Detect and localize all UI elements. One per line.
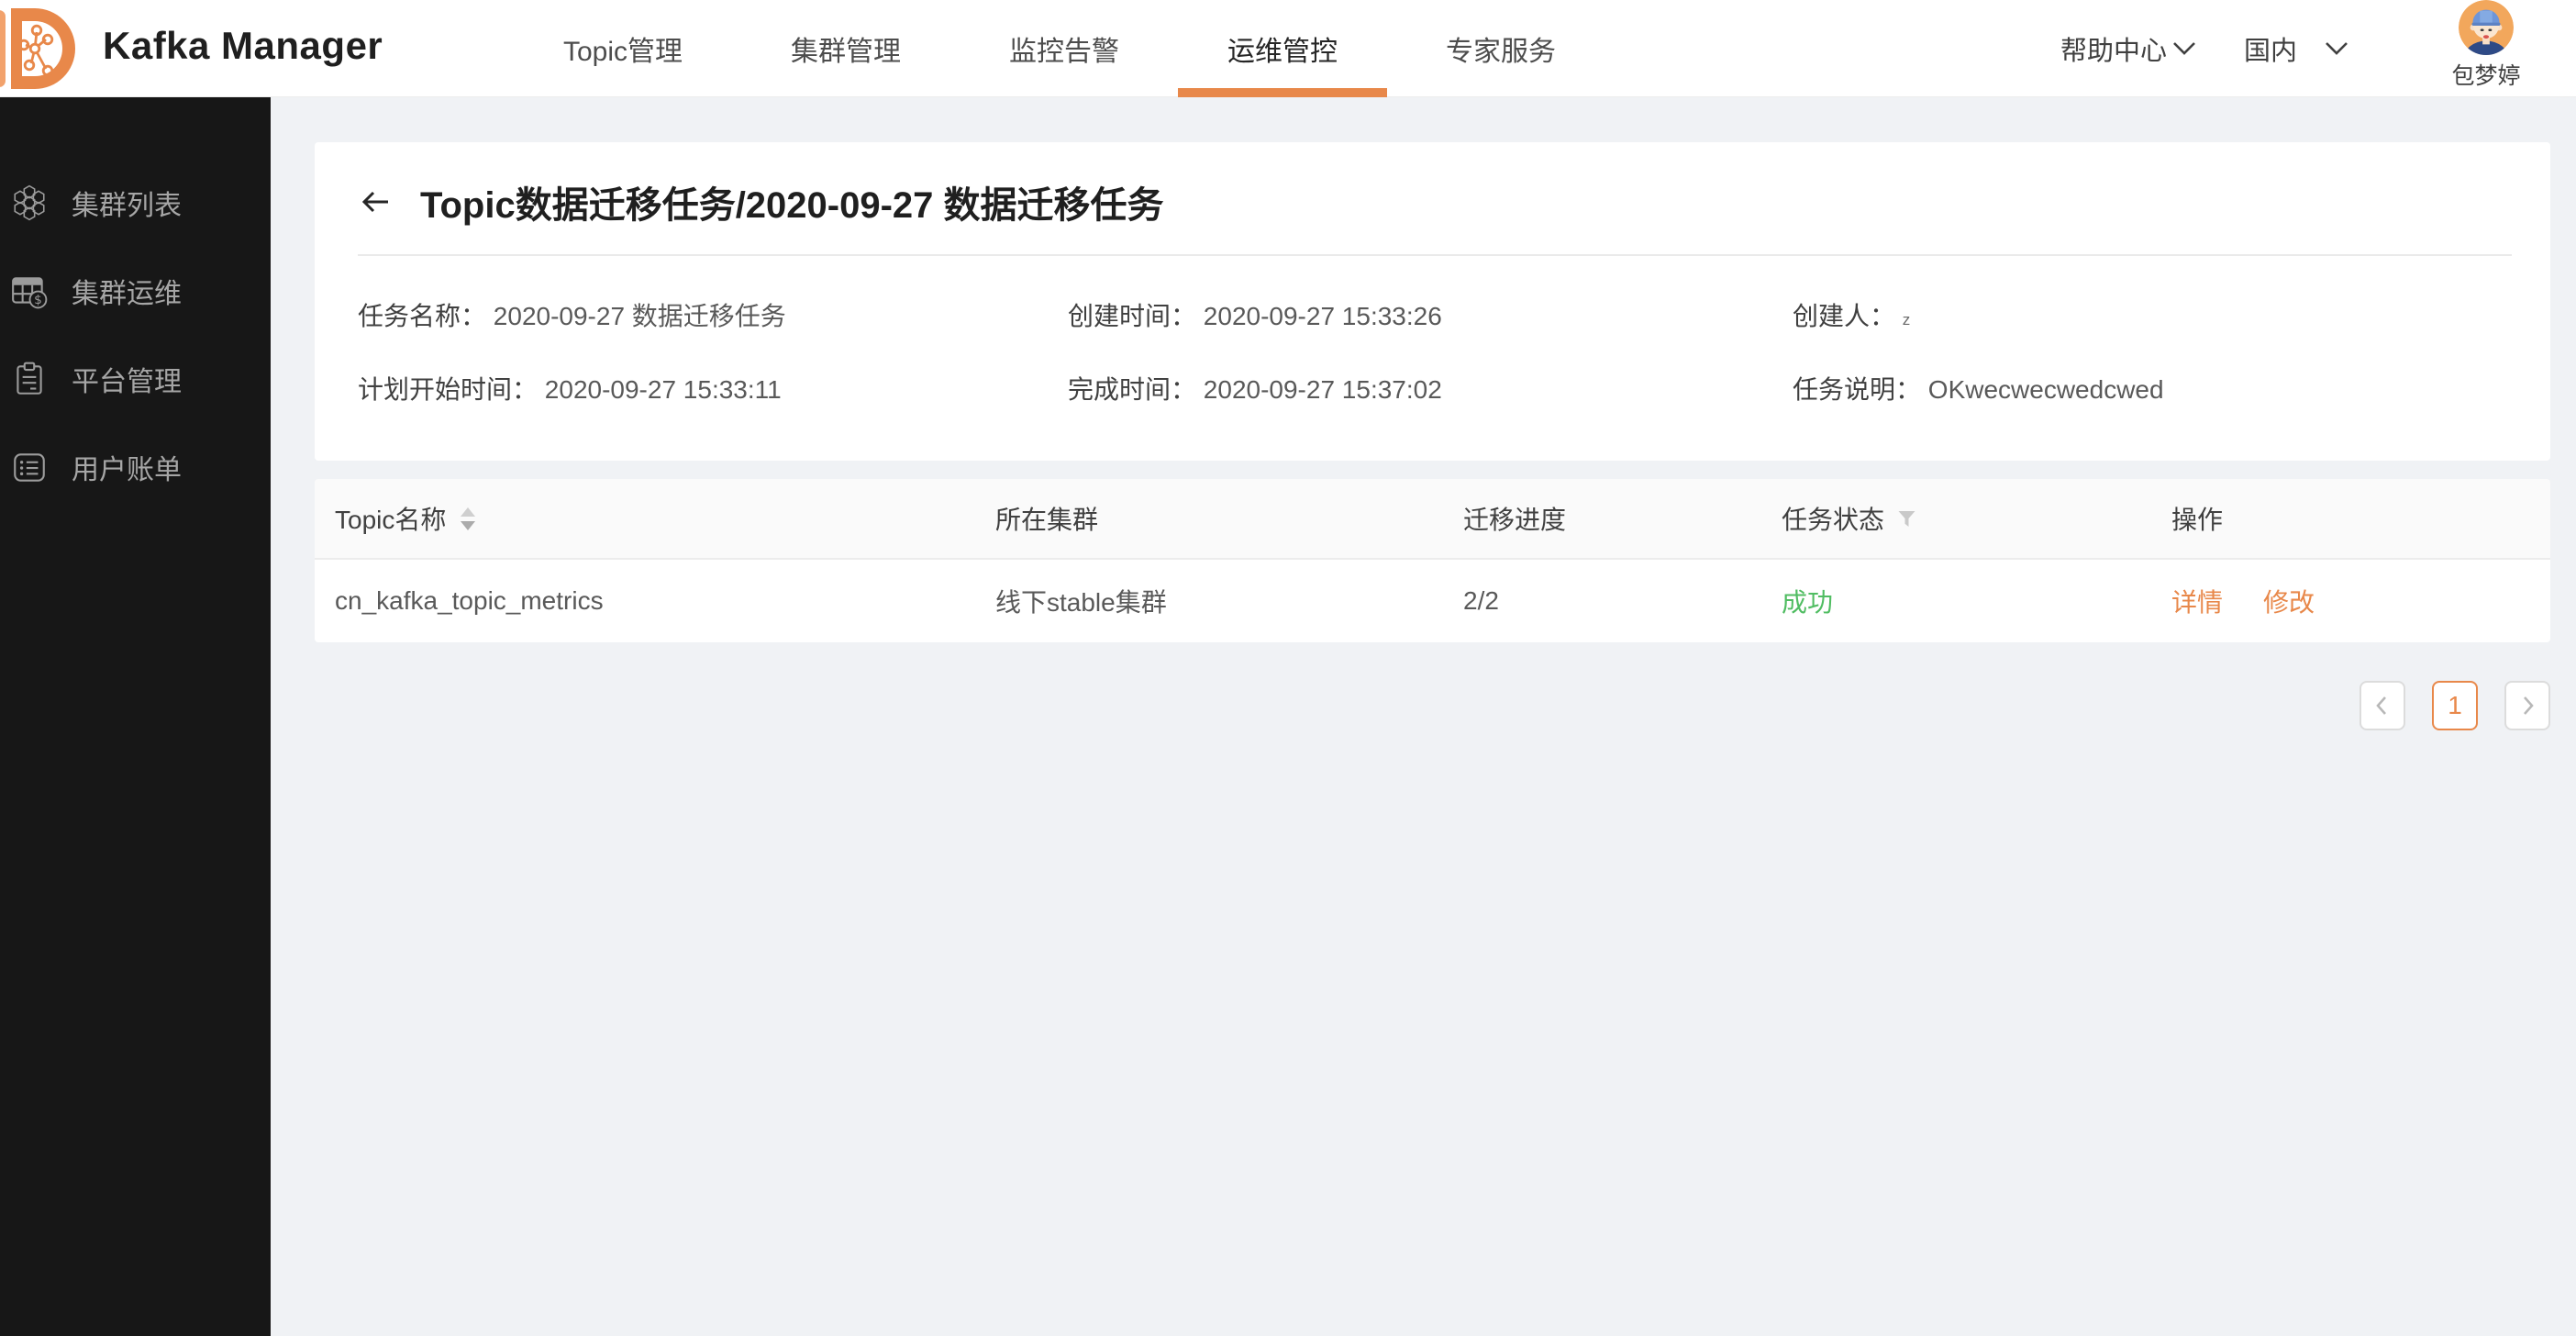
cell-status: 成功 [1782, 583, 2171, 619]
nav-cluster-management[interactable]: 集群管理 [741, 0, 950, 97]
pagination: 1 [271, 681, 2550, 730]
sidebar-item-platform-management[interactable]: 平台管理 [0, 335, 271, 423]
page-title: Topic数据迁移任务/2020-09-27 数据迁移任务 [420, 185, 1164, 226]
status-badge: 成功 [1782, 588, 1834, 617]
main-nav: Topic管理 集群管理 监控告警 运维管控 专家服务 [514, 0, 1605, 97]
region-dropdown[interactable]: 国内 [2244, 0, 2348, 97]
user-menu[interactable]: 包梦婷 [2438, 0, 2534, 91]
clipboard-icon [9, 360, 50, 398]
top-header: Kafka Manager Topic管理 集群管理 监控告警 运维管控 专家服… [0, 0, 2576, 97]
app-title: Kafka Manager [103, 24, 383, 67]
active-tab-indicator [1178, 88, 1388, 97]
detail-finish-time: 完成时间： 2020-09-27 15:37:02 [1068, 375, 1442, 404]
sidebar-item-cluster-ops[interactable]: $ 集群运维 [0, 247, 271, 335]
prev-page-button[interactable] [2359, 681, 2405, 730]
nav-ops-control[interactable]: 运维管控 [1178, 0, 1388, 97]
chevron-down-icon [2326, 42, 2348, 55]
column-progress: 迁移进度 [1463, 506, 1567, 534]
username: 包梦婷 [2451, 63, 2521, 89]
task-detail-card: Topic数据迁移任务/2020-09-27 数据迁移任务 任务名称： 2020… [315, 142, 2550, 461]
billing-list-icon [9, 448, 50, 486]
column-cluster: 所在集群 [995, 506, 1099, 534]
page-1-button[interactable]: 1 [2432, 681, 2478, 730]
honeycomb-cluster-icon [9, 184, 50, 222]
detail-link[interactable]: 详情 [2171, 583, 2223, 619]
back-button[interactable] [358, 184, 393, 219]
table-row: cn_kafka_topic_metrics 线下stable集群 2/2 成功… [315, 560, 2550, 642]
detail-planned-start-time: 计划开始时间： 2020-09-27 15:33:11 [358, 375, 782, 404]
funnel-icon[interactable] [1897, 509, 1916, 529]
sidebar-item-user-billing[interactable]: 用户账单 [0, 423, 271, 511]
column-status: 任务状态 [1782, 500, 2171, 537]
detail-task-description: 任务说明： OKwecwecwedcwed [1793, 375, 2164, 404]
migration-table: Topic名称 所在集群 迁移进度 任务状态 操作 cn_kafka_topic… [315, 479, 2550, 642]
chevron-left-icon [2376, 696, 2386, 715]
svg-text:$: $ [34, 293, 42, 307]
kafka-manager-logo-icon [0, 8, 75, 89]
detail-create-time: 创建时间： 2020-09-27 15:33:26 [1068, 302, 1442, 330]
column-topic-name[interactable]: Topic名称 [315, 500, 995, 537]
cell-topic-name: cn_kafka_topic_metrics [335, 586, 604, 615]
column-actions: 操作 [2171, 506, 2224, 534]
cell-cluster: 线下stable集群 [995, 588, 1167, 617]
detail-task-name: 任务名称： 2020-09-27 数据迁移任务 [358, 302, 786, 330]
caret-sorter-icon[interactable] [461, 507, 476, 530]
sidebar: 集群列表 $ 集群运维 平台管理 用户账单 [0, 97, 271, 1336]
nav-topic-management[interactable]: Topic管理 [514, 0, 732, 97]
sidebar-item-cluster-list[interactable]: 集群列表 [0, 159, 271, 247]
chevron-down-icon [2173, 42, 2195, 55]
cell-progress: 2/2 [1463, 586, 1499, 615]
arrow-left-icon [361, 191, 388, 213]
chevron-right-icon [2524, 696, 2534, 715]
cell-actions: 详情 修改 [2171, 583, 2550, 619]
nav-monitoring-alerts[interactable]: 监控告警 [960, 0, 1169, 97]
nav-expert-service[interactable]: 专家服务 [1396, 0, 1605, 97]
edit-link[interactable]: 修改 [2263, 583, 2315, 619]
sort-desc-icon [461, 520, 476, 530]
avatar [2459, 0, 2514, 55]
task-details: 任务名称： 2020-09-27 数据迁移任务 创建时间： 2020-09-27… [315, 256, 2550, 408]
table-header-row: Topic名称 所在集群 迁移进度 任务状态 操作 [315, 479, 2550, 560]
main-content: Topic数据迁移任务/2020-09-27 数据迁移任务 任务名称： 2020… [271, 97, 2576, 1336]
sort-asc-icon [461, 507, 476, 517]
next-page-button[interactable] [2504, 681, 2550, 730]
help-center-dropdown[interactable]: 帮助中心 [2060, 0, 2196, 97]
table-coin-icon: $ [9, 272, 50, 310]
detail-creator: 创建人： z [1793, 302, 1911, 330]
